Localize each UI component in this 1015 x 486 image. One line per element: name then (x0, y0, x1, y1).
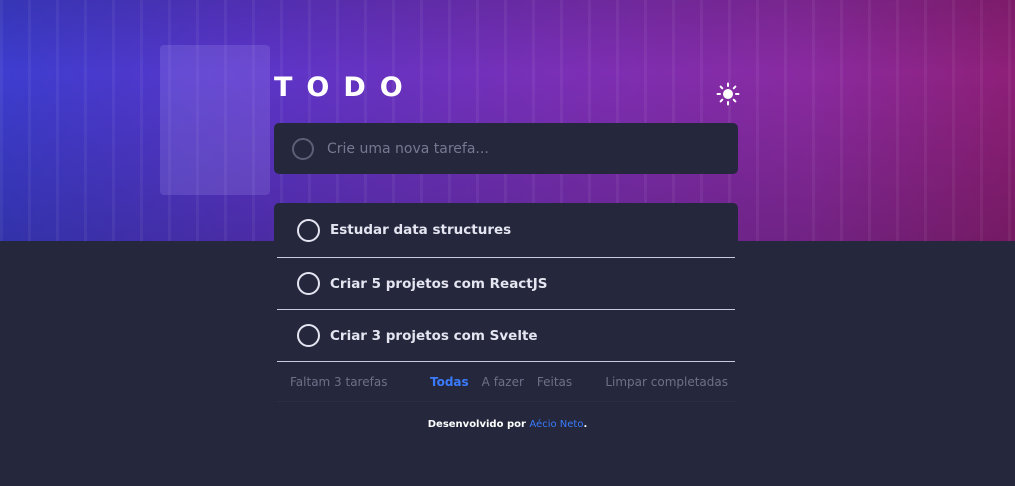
credit-line: Desenvolvido por Aécio Neto. (0, 419, 1015, 430)
todo-check-circle[interactable] (297, 218, 320, 242)
clear-completed-button[interactable]: Limpar completadas (605, 375, 728, 389)
todo-item[interactable]: Criar 3 projetos com Svelte (277, 310, 735, 362)
new-todo-input[interactable] (327, 140, 707, 157)
todo-text: Estudar data structures (330, 222, 512, 238)
filter-all[interactable]: Todas (430, 375, 469, 389)
todo-footer: Faltam 3 tarefas Todas A fazer Feitas Li… (277, 362, 735, 402)
new-todo-bar (274, 123, 738, 174)
page-title: TODO (274, 72, 417, 103)
todo-text: Criar 3 projetos com Svelte (330, 327, 538, 344)
theme-toggle-button[interactable] (714, 80, 742, 108)
credit-suffix: . (583, 419, 588, 430)
todo-item[interactable]: Criar 5 projetos com ReactJS (277, 258, 735, 310)
new-todo-check-circle[interactable] (292, 137, 314, 160)
todo-text: Criar 5 projetos com ReactJS (330, 275, 548, 292)
remaining-count: Faltam 3 tarefas (290, 374, 388, 389)
credit-prefix: Desenvolvido por (427, 419, 526, 430)
todo-list: Estudar data structures Criar 5 projetos… (274, 203, 738, 402)
filter-done[interactable]: Feitas (537, 375, 572, 389)
filter-group: Todas A fazer Feitas (430, 375, 572, 389)
todo-check-circle[interactable] (297, 272, 320, 295)
todo-item[interactable]: Estudar data structures (277, 203, 735, 258)
filter-active[interactable]: A fazer (482, 375, 524, 389)
sun-icon (716, 82, 740, 106)
author-link[interactable]: Aécio Neto (529, 419, 583, 430)
todo-check-circle[interactable] (297, 324, 320, 347)
